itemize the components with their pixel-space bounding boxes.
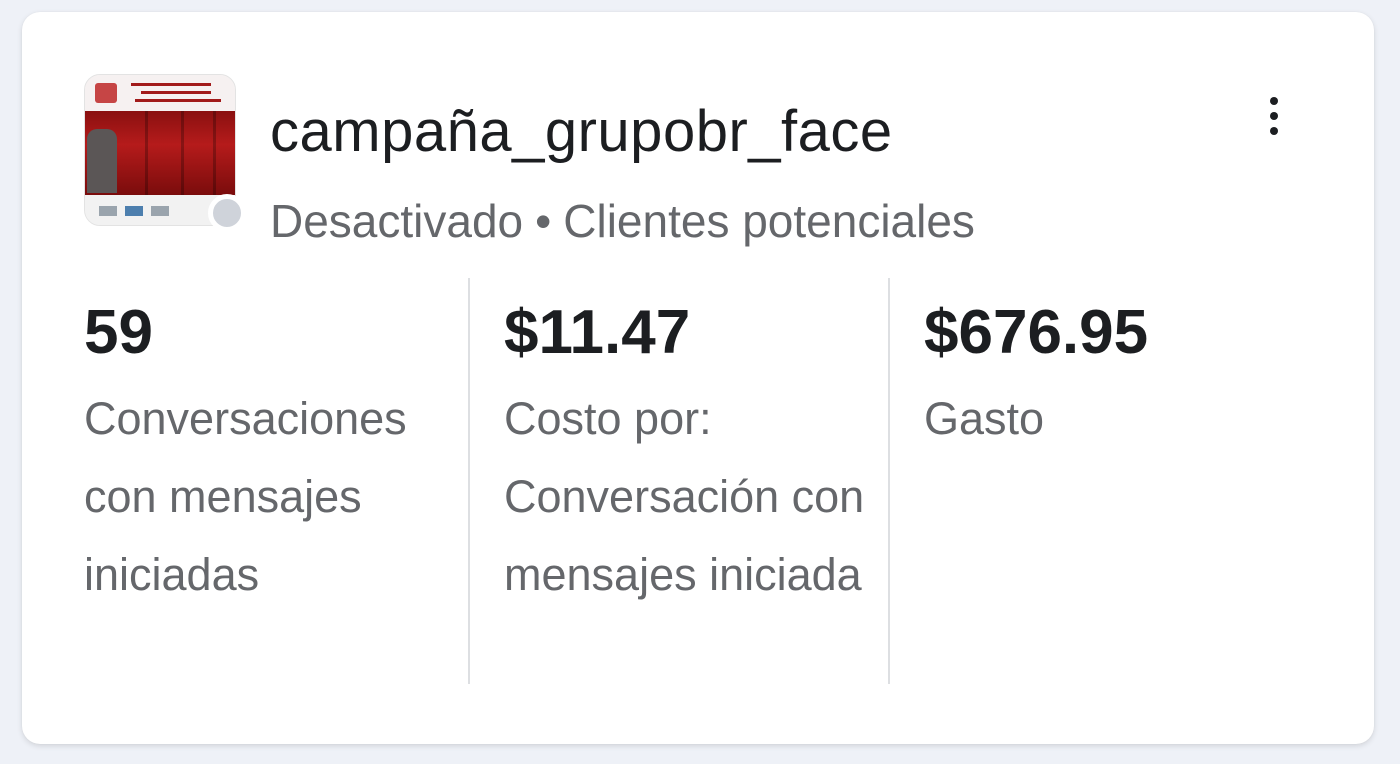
subtitle-separator: • bbox=[535, 195, 552, 247]
metric-conversations: 59 Conversaciones con mensajes iniciadas bbox=[84, 282, 484, 614]
campaign-name[interactable]: campaña_grupobr_face bbox=[270, 98, 893, 165]
metric-cost-per-result: $11.47 Costo por: Conversación con mensa… bbox=[504, 282, 884, 614]
campaign-card[interactable]: campaña_grupobr_face Desactivado • Cliente… bbox=[22, 12, 1374, 744]
metric-spend: $676.95 Gasto bbox=[924, 282, 1304, 458]
campaign-objective: Clientes potenciales bbox=[563, 195, 975, 247]
metric-label: Conversaciones con mensajes iniciadas bbox=[84, 393, 407, 600]
metric-divider bbox=[468, 278, 470, 684]
metric-label: Costo por: Conversación con mensajes ini… bbox=[504, 393, 865, 600]
status-indicator-dot bbox=[208, 194, 246, 232]
metric-divider bbox=[888, 278, 890, 684]
more-options-button[interactable] bbox=[1254, 86, 1294, 146]
metric-value: $11.47 bbox=[504, 298, 691, 367]
metric-value: $676.95 bbox=[924, 298, 1149, 367]
metric-value: 59 bbox=[84, 298, 153, 367]
more-vertical-icon bbox=[1270, 97, 1278, 105]
campaign-thumbnail[interactable] bbox=[84, 74, 246, 232]
metric-label: Gasto bbox=[924, 393, 1045, 444]
campaign-subtitle: Desactivado • Clientes potenciales bbox=[270, 194, 975, 248]
campaign-status: Desactivado bbox=[270, 195, 524, 247]
